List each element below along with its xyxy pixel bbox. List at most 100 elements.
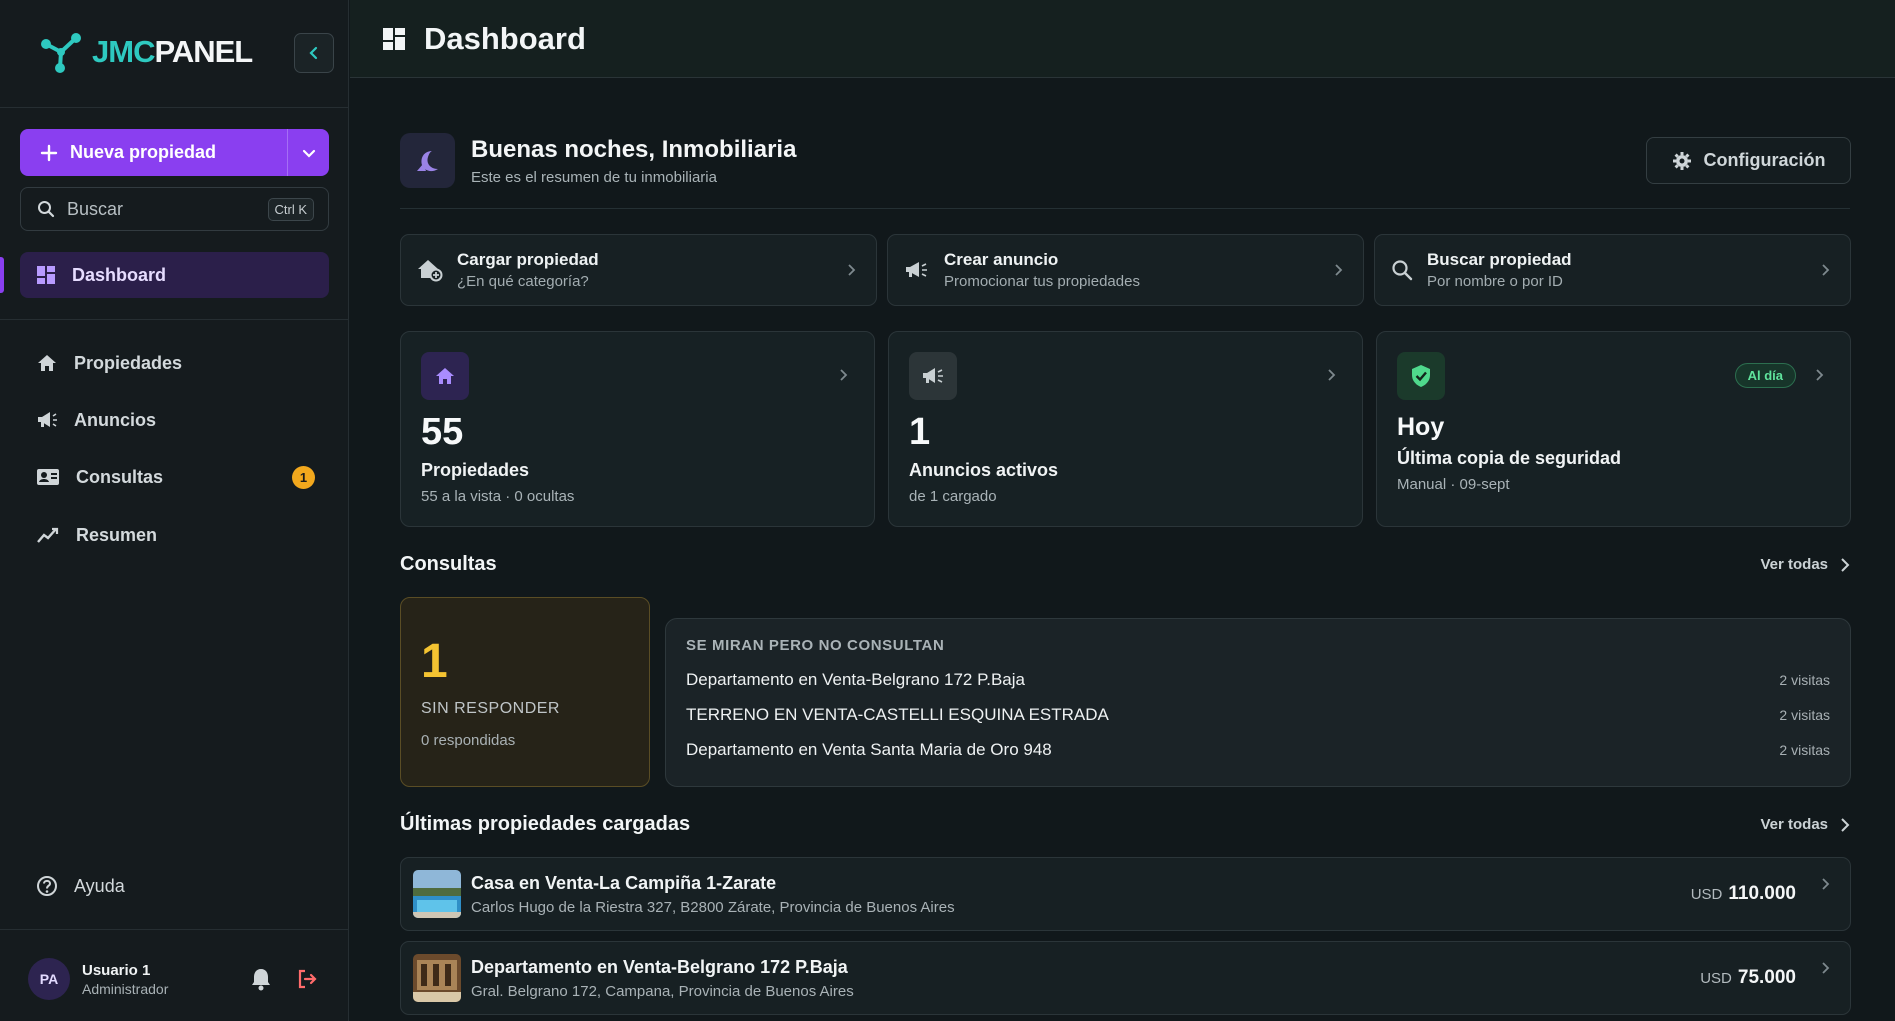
stat-icon-box <box>909 352 957 400</box>
list-item-visits: 2 visitas <box>1779 671 1830 688</box>
search-placeholder: Buscar <box>67 198 124 219</box>
chevron-right-icon <box>840 369 848 381</box>
chevron-right-icon <box>1335 264 1343 276</box>
pending-count: 1 <box>421 635 448 688</box>
list-item-title: Departamento en Venta Santa Maria de Oro… <box>686 739 1052 759</box>
pending-label: SIN RESPONDER <box>421 700 560 717</box>
megaphone-icon <box>38 412 57 427</box>
stat-subtext: de 1 cargado <box>909 487 997 505</box>
brand-name: JMCPANEL <box>92 34 253 70</box>
search-icon <box>1392 260 1413 281</box>
sidebar-item-label: Anuncios <box>74 409 157 430</box>
panel-header: SE MIRAN PERO NO CONSULTAN <box>686 637 945 654</box>
price-amount: 75.000 <box>1737 967 1796 988</box>
quick-action-create-ad[interactable]: Crear anuncio Promocionar tus propiedade… <box>887 234 1364 306</box>
quick-action-upload-property[interactable]: Cargar propiedad ¿En qué categoría? <box>400 234 877 306</box>
user-role: Administrador <box>82 980 169 997</box>
megaphone-icon <box>923 368 943 383</box>
list-item[interactable]: Departamento en Venta Santa Maria de Oro… <box>686 732 1830 767</box>
section-title-consultas: Consultas <box>400 553 497 575</box>
see-all-consultas-link[interactable]: Ver todas <box>1760 556 1850 573</box>
search-input[interactable]: Buscar Ctrl K <box>20 187 329 231</box>
user-name: Usuario 1 <box>82 961 151 979</box>
sidebar-item-anuncios[interactable]: Anuncios <box>20 398 329 442</box>
stat-label: Anuncios activos <box>909 459 1059 480</box>
new-property-dropdown-button[interactable] <box>287 129 329 176</box>
chevron-down-icon <box>302 149 315 158</box>
property-thumbnail <box>413 954 461 1002</box>
stat-value: Hoy <box>1397 413 1445 441</box>
new-property-button[interactable]: Nueva propiedad <box>20 129 329 176</box>
property-address: Carlos Hugo de la Riestra 327, B2800 Zár… <box>471 898 955 916</box>
chevron-left-icon <box>309 46 318 60</box>
sidebar-item-label: Consultas <box>76 466 164 487</box>
stat-icon-box <box>421 352 469 400</box>
notification-badge: 1 <box>292 466 315 489</box>
list-item-title: Departamento en Venta-Belgrano 172 P.Baj… <box>686 669 1025 689</box>
price-amount: 110.000 <box>1728 883 1796 904</box>
stat-card-backup[interactable]: Hoy Última copia de seguridad Manual · 0… <box>1376 331 1851 527</box>
quick-action-title: Buscar propiedad <box>1427 250 1572 269</box>
sidebar-item-ayuda[interactable]: Ayuda <box>20 864 329 908</box>
divider <box>0 319 349 320</box>
property-thumbnail <box>413 870 461 918</box>
user-profile[interactable]: PA Usuario 1 Administrador <box>28 958 168 1000</box>
list-item[interactable]: TERRENO EN VENTA-CASTELLI ESQUINA ESTRAD… <box>686 697 1830 732</box>
price-currency: USD <box>1700 970 1732 987</box>
sidebar-item-label: Propiedades <box>74 352 183 373</box>
plus-icon <box>40 144 58 161</box>
chevron-right-icon <box>1822 878 1830 890</box>
sidebar-item-resumen[interactable]: Resumen <box>20 513 329 557</box>
stat-value: 1 <box>909 411 931 453</box>
greeting-title: Buenas noches, Inmobiliaria <box>471 135 797 163</box>
stat-subtext: Manual · 09-sept <box>1397 475 1510 493</box>
pending-inquiries-card[interactable]: 1 SIN RESPONDER 0 respondidas <box>400 597 650 787</box>
megaphone-icon <box>906 262 927 277</box>
molecule-icon <box>41 33 81 73</box>
chevron-right-icon <box>848 264 856 276</box>
collapse-sidebar-button[interactable] <box>294 33 334 73</box>
quick-action-subtitle: Promocionar tus propiedades <box>944 273 1140 290</box>
viewed-not-inquired-panel: SE MIRAN PERO NO CONSULTAN Departamento … <box>665 618 1851 787</box>
brand-logo[interactable]: JMCPANEL <box>38 30 253 74</box>
notifications-button[interactable] <box>250 967 272 991</box>
new-property-label: Nueva propiedad <box>70 142 217 162</box>
contact-card-icon <box>37 469 59 485</box>
list-item-visits: 2 visitas <box>1779 706 1830 723</box>
logout-button[interactable] <box>296 968 318 990</box>
settings-button[interactable]: Configuración <box>1646 137 1851 184</box>
chevron-right-icon <box>1841 817 1850 832</box>
stat-card-ads[interactable]: 1 Anuncios activos de 1 cargado <box>888 331 1363 527</box>
see-all-label: Ver todas <box>1760 556 1828 573</box>
property-price: USD 75.000 <box>1700 967 1796 989</box>
sidebar-item-dashboard[interactable]: Dashboard <box>20 252 329 298</box>
logout-icon <box>298 969 317 989</box>
quick-action-search-property[interactable]: Buscar propiedad Por nombre o por ID <box>1374 234 1851 306</box>
property-address: Gral. Belgrano 172, Campana, Provincia d… <box>471 982 854 1000</box>
sidebar: JMCPANEL Nueva propiedad Buscar Ctrl K D… <box>0 0 349 1021</box>
shield-check-icon <box>1412 365 1430 387</box>
divider <box>400 208 1850 209</box>
divider <box>0 107 349 108</box>
stat-card-properties[interactable]: 55 Propiedades 55 a la vista · 0 ocultas <box>400 331 875 527</box>
list-item[interactable]: Departamento en Venta-Belgrano 172 P.Baj… <box>686 662 1830 697</box>
status-badge: Al día <box>1734 363 1796 388</box>
new-property-main[interactable]: Nueva propiedad <box>20 129 287 176</box>
sidebar-item-label: Ayuda <box>74 875 125 896</box>
active-indicator <box>0 257 4 293</box>
property-row[interactable]: Casa en Venta-La Campiña 1-Zarate Carlos… <box>400 857 1851 931</box>
sidebar-item-consultas[interactable]: Consultas 1 <box>20 455 329 499</box>
property-row[interactable]: Departamento en Venta-Belgrano 172 P.Baj… <box>400 941 1851 1015</box>
brand-name-part2: PANEL <box>154 34 253 69</box>
stat-value: 55 <box>421 411 464 453</box>
divider <box>0 929 349 930</box>
chevron-right-icon <box>1822 962 1830 974</box>
house-add-icon <box>418 260 443 282</box>
settings-label: Configuración <box>1703 150 1826 170</box>
avatar: PA <box>28 958 70 1000</box>
sidebar-item-propiedades[interactable]: Propiedades <box>20 341 329 385</box>
dashboard-icon <box>37 266 55 284</box>
chevron-right-icon <box>1841 557 1850 572</box>
see-all-latest-link[interactable]: Ver todas <box>1760 816 1850 833</box>
quick-action-subtitle: Por nombre o por ID <box>1427 273 1563 290</box>
